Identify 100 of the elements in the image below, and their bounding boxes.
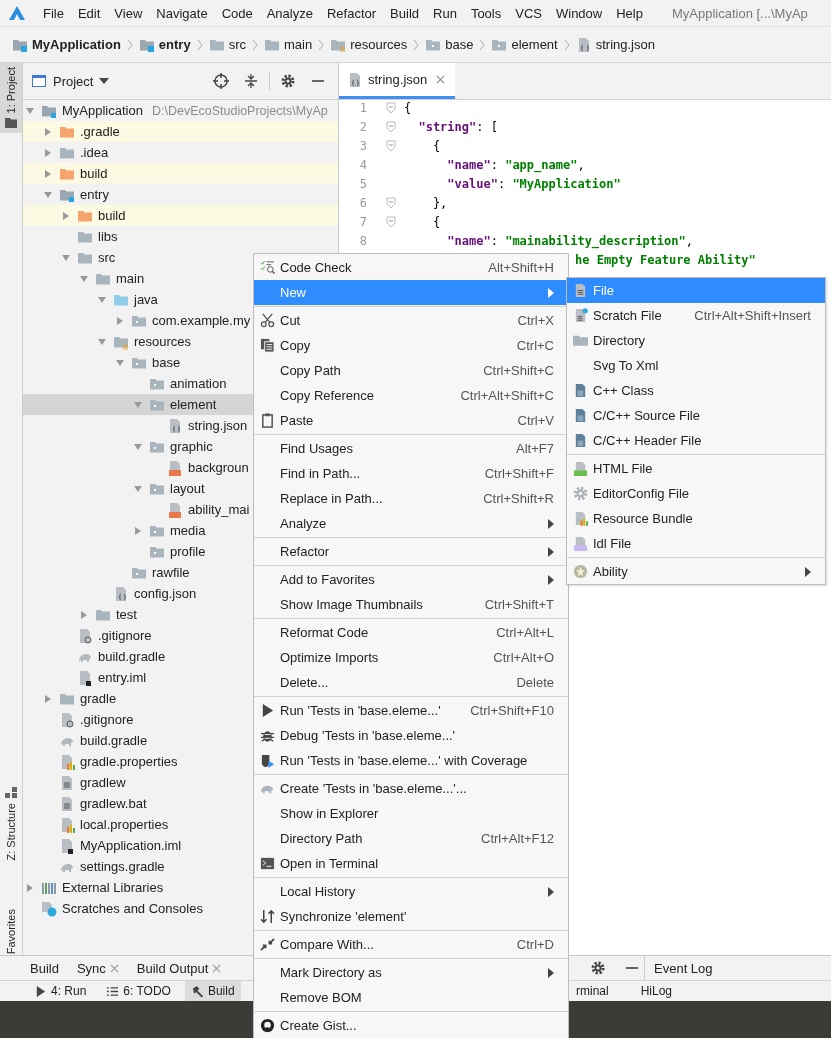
menu-item[interactable]: C++ Class (567, 378, 825, 403)
tree-item[interactable]: entry (23, 184, 338, 205)
menu-item[interactable]: Copy Ctrl+C (254, 333, 568, 358)
tool-window-tab[interactable]: Build Output (136, 960, 222, 976)
tool-window-tab[interactable]: Favorites (0, 904, 22, 959)
collapsed-arrow-icon[interactable] (115, 315, 125, 326)
fold-marker-icon[interactable] (386, 101, 396, 114)
expanded-arrow-icon[interactable] (133, 399, 143, 410)
close-icon[interactable] (212, 963, 222, 973)
expanded-arrow-icon[interactable] (133, 441, 143, 452)
menu-item[interactable]: Ability (567, 559, 825, 584)
menu-bar-item[interactable]: Help (609, 5, 650, 21)
menu-bar-item[interactable]: View (107, 5, 150, 21)
tool-window-tab[interactable]: 1: Project (0, 63, 22, 134)
expanded-arrow-icon[interactable] (25, 105, 35, 116)
close-icon[interactable] (436, 75, 446, 84)
menu-item[interactable]: Copy Path Ctrl+Shift+C (254, 358, 568, 383)
menu-item[interactable]: Resource Bundle (567, 506, 825, 531)
locate-icon[interactable] (213, 73, 229, 89)
menu-bar-item[interactable]: Build (383, 5, 426, 21)
menu-item[interactable]: Find in Path... Ctrl+Shift+F (254, 461, 568, 486)
menu-bar-item[interactable]: Edit (70, 5, 108, 21)
menu-bar-item[interactable]: File (36, 5, 71, 21)
menu-item[interactable]: Svg To Xml (567, 353, 825, 378)
collapsed-arrow-icon[interactable] (43, 126, 53, 137)
menu-item[interactable]: Scratch File Ctrl+Alt+Shift+Insert (567, 303, 825, 328)
menu-bar-item[interactable]: Run (426, 5, 464, 21)
tool-window-button[interactable]: 4: Run (28, 981, 93, 1001)
tool-window-button[interactable]: Build (184, 981, 241, 1001)
collapsed-arrow-icon[interactable] (43, 147, 53, 158)
editor-tab[interactable]: string.json (339, 63, 456, 99)
menu-item[interactable]: Local History (254, 879, 568, 904)
menu-item[interactable]: EditorConfig File (567, 481, 825, 506)
expanded-arrow-icon[interactable] (61, 252, 71, 263)
menu-item[interactable]: Cut Ctrl+X (254, 308, 568, 333)
tree-item[interactable]: .gradle (23, 121, 338, 142)
menu-bar-item[interactable]: VCS (508, 5, 549, 21)
menu-item[interactable]: C/C++ Header File (567, 428, 825, 453)
menu-item[interactable]: Reformat Code Ctrl+Alt+L (254, 620, 568, 645)
breadcrumb-item[interactable]: src (206, 36, 248, 53)
tool-window-button[interactable]: rminal (570, 981, 615, 1001)
tool-window-button[interactable]: HiLog (634, 981, 679, 1001)
menu-item[interactable]: Idl File (567, 531, 825, 556)
menu-item[interactable]: Analyze (254, 511, 568, 536)
menu-item[interactable]: Add to Favorites (254, 567, 568, 592)
expanded-arrow-icon[interactable] (115, 357, 125, 368)
menu-item[interactable]: Run 'Tests in 'base.eleme...' Ctrl+Shift+F10 (254, 698, 568, 723)
menu-item[interactable]: Directory Path Ctrl+Alt+F12 (254, 826, 568, 851)
menu-item[interactable]: Open in Terminal (254, 851, 568, 876)
menu-item[interactable]: Remove BOM (254, 985, 568, 1010)
menu-item[interactable]: Delete... Delete (254, 670, 568, 695)
menu-bar-item[interactable]: Analyze (259, 5, 320, 21)
menu-bar-item[interactable]: Code (214, 5, 260, 21)
tree-item[interactable]: libs (23, 226, 338, 247)
expanded-arrow-icon[interactable] (79, 273, 89, 284)
menu-item[interactable]: Find Usages Alt+F7 (254, 436, 568, 461)
breadcrumb-item[interactable]: entry (136, 36, 193, 53)
view-selector[interactable]: Project (53, 73, 94, 89)
caret-icon[interactable] (99, 78, 110, 84)
tool-window-button[interactable]: 6: TODO (100, 981, 177, 1001)
settings-icon[interactable] (590, 960, 606, 976)
menu-item[interactable]: Replace in Path... Ctrl+Shift+R (254, 486, 568, 511)
menu-item[interactable]: Compare With... Ctrl+D (254, 932, 568, 957)
breadcrumb-item[interactable]: MyApplication (10, 36, 123, 53)
tree-item[interactable]: MyApplication D:\DevEcoStudioProjects\MyAp (23, 100, 338, 121)
fold-marker-icon[interactable] (386, 139, 396, 152)
menu-bar-item[interactable]: Window (548, 5, 610, 21)
expanded-arrow-icon[interactable] (133, 483, 143, 494)
menu-item[interactable]: HTML File (567, 456, 825, 481)
menu-bar-item[interactable]: Refactor (319, 5, 384, 21)
breadcrumb-item[interactable]: resources (328, 36, 410, 53)
menu-item[interactable]: Create 'Tests in 'base.eleme...'... (254, 776, 568, 801)
expanded-arrow-icon[interactable] (97, 294, 107, 305)
settings-icon[interactable] (280, 73, 296, 89)
menu-item[interactable]: Optimize Imports Ctrl+Alt+O (254, 645, 568, 670)
collapsed-arrow-icon[interactable] (79, 609, 89, 620)
tree-item[interactable]: build (23, 163, 338, 184)
collapsed-arrow-icon[interactable] (43, 168, 53, 179)
collapsed-arrow-icon[interactable] (61, 210, 71, 221)
menu-item[interactable]: Show Image Thumbnails Ctrl+Shift+T (254, 592, 568, 617)
tool-window-tab[interactable]: Sync (76, 960, 119, 976)
close-icon[interactable] (109, 963, 119, 973)
collapsed-arrow-icon[interactable] (133, 525, 143, 536)
collapsed-arrow-icon[interactable] (43, 693, 53, 704)
menu-item[interactable]: Mark Directory as (254, 960, 568, 985)
fold-marker-icon[interactable] (386, 196, 396, 209)
tool-window-tab[interactable]: Z: Structure (0, 783, 22, 865)
collapsed-arrow-icon[interactable] (25, 882, 35, 893)
menu-item[interactable]: Directory (567, 328, 825, 353)
menu-item[interactable]: C/C++ Source File (567, 403, 825, 428)
menu-item[interactable]: Refactor (254, 539, 568, 564)
breadcrumb-item[interactable]: string.json (573, 36, 657, 53)
breadcrumb-item[interactable]: base (423, 36, 476, 53)
expanded-arrow-icon[interactable] (43, 189, 53, 200)
expanded-arrow-icon[interactable] (97, 336, 107, 347)
breadcrumb-item[interactable]: main (262, 36, 315, 53)
menu-item[interactable]: Debug 'Tests in 'base.eleme...' (254, 723, 568, 748)
menu-item[interactable]: Show in Explorer (254, 801, 568, 826)
tree-item[interactable]: .idea (23, 142, 338, 163)
menu-item[interactable]: Run 'Tests in 'base.eleme...' with Coverage (254, 748, 568, 773)
